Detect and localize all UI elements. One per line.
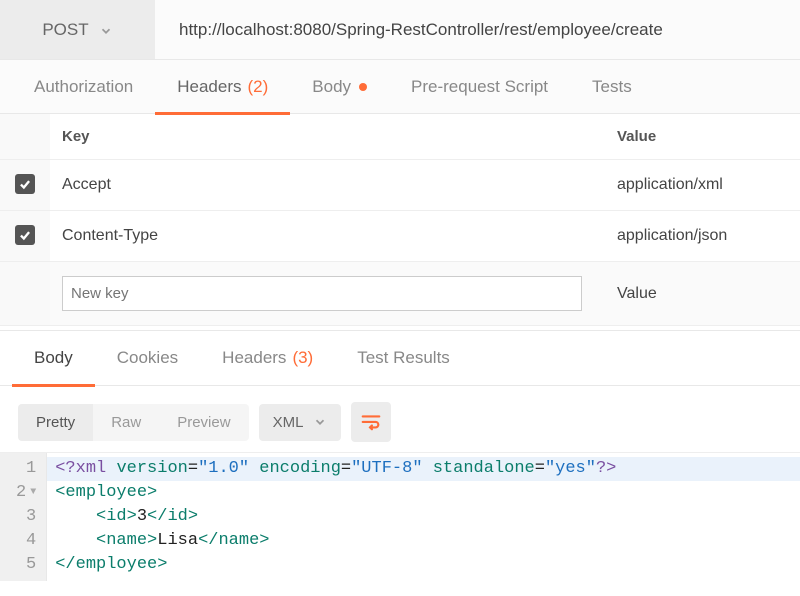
- response-tab-test-results[interactable]: Test Results: [335, 330, 472, 386]
- row-checkbox[interactable]: [15, 174, 35, 194]
- chevron-down-icon: [99, 23, 113, 37]
- new-header-row: Value: [0, 262, 800, 326]
- header-key-cell[interactable]: Accept: [50, 160, 605, 211]
- modified-dot-icon: [359, 83, 367, 91]
- tab-headers[interactable]: Headers (2): [155, 60, 290, 114]
- line-gutter: 1 2▼ 3 4 5: [0, 453, 47, 581]
- request-url-text: http://localhost:8080/Spring-RestControl…: [179, 20, 663, 40]
- request-url-input[interactable]: http://localhost:8080/Spring-RestControl…: [155, 0, 800, 59]
- response-tabs: Body Cookies Headers (3) Test Results: [0, 330, 800, 386]
- headers-count: (2): [248, 77, 269, 97]
- col-key: Key: [50, 114, 605, 160]
- view-mode-pretty[interactable]: Pretty: [18, 404, 93, 441]
- response-tab-headers[interactable]: Headers (3): [200, 330, 335, 386]
- code-line: <employee>: [55, 481, 616, 505]
- view-mode-raw[interactable]: Raw: [93, 404, 159, 441]
- new-value-placeholder[interactable]: Value: [605, 262, 800, 326]
- response-tab-cookies[interactable]: Cookies: [95, 330, 200, 386]
- http-method-label: POST: [42, 20, 88, 40]
- code-line: </employee>: [55, 553, 616, 577]
- fold-icon[interactable]: ▼: [30, 481, 36, 505]
- view-mode-group: Pretty Raw Preview: [18, 404, 249, 441]
- header-value-cell[interactable]: application/json: [605, 211, 800, 262]
- table-row: Content-Type application/json: [0, 211, 800, 262]
- format-select[interactable]: XML: [259, 404, 342, 441]
- response-viewer-bar: Pretty Raw Preview XML: [0, 386, 800, 452]
- headers-table: Key Value Accept application/xml Content…: [0, 114, 800, 326]
- col-value: Value: [605, 114, 800, 160]
- wrap-lines-icon: [360, 410, 382, 435]
- wrap-line-button[interactable]: [351, 402, 391, 442]
- tab-authorization[interactable]: Authorization: [12, 60, 155, 114]
- request-top-bar: POST http://localhost:8080/Spring-RestCo…: [0, 0, 800, 60]
- response-body-code: 1 2▼ 3 4 5 <?xml version="1.0" encoding=…: [0, 452, 800, 581]
- code-line: <?xml version="1.0" encoding="UTF-8" sta…: [47, 457, 800, 481]
- view-mode-preview[interactable]: Preview: [159, 404, 248, 441]
- request-tabs: Authorization Headers (2) Body Pre-reque…: [0, 60, 800, 114]
- code-lines[interactable]: <?xml version="1.0" encoding="UTF-8" sta…: [47, 453, 624, 581]
- code-line: <id>3</id>: [55, 505, 616, 529]
- header-key-cell[interactable]: Content-Type: [50, 211, 605, 262]
- table-row: Accept application/xml: [0, 160, 800, 211]
- http-method-select[interactable]: POST: [0, 0, 155, 59]
- response-tab-body[interactable]: Body: [12, 330, 95, 386]
- header-value-cell[interactable]: application/xml: [605, 160, 800, 211]
- tab-tests[interactable]: Tests: [570, 60, 654, 114]
- tab-body[interactable]: Body: [290, 60, 389, 114]
- row-checkbox[interactable]: [15, 225, 35, 245]
- tab-prerequest-script[interactable]: Pre-request Script: [389, 60, 570, 114]
- code-line: <name>Lisa</name>: [55, 529, 616, 553]
- col-checkbox: [0, 114, 50, 160]
- response-headers-count: (3): [292, 348, 313, 368]
- new-key-input[interactable]: [62, 276, 582, 311]
- chevron-down-icon: [313, 415, 327, 429]
